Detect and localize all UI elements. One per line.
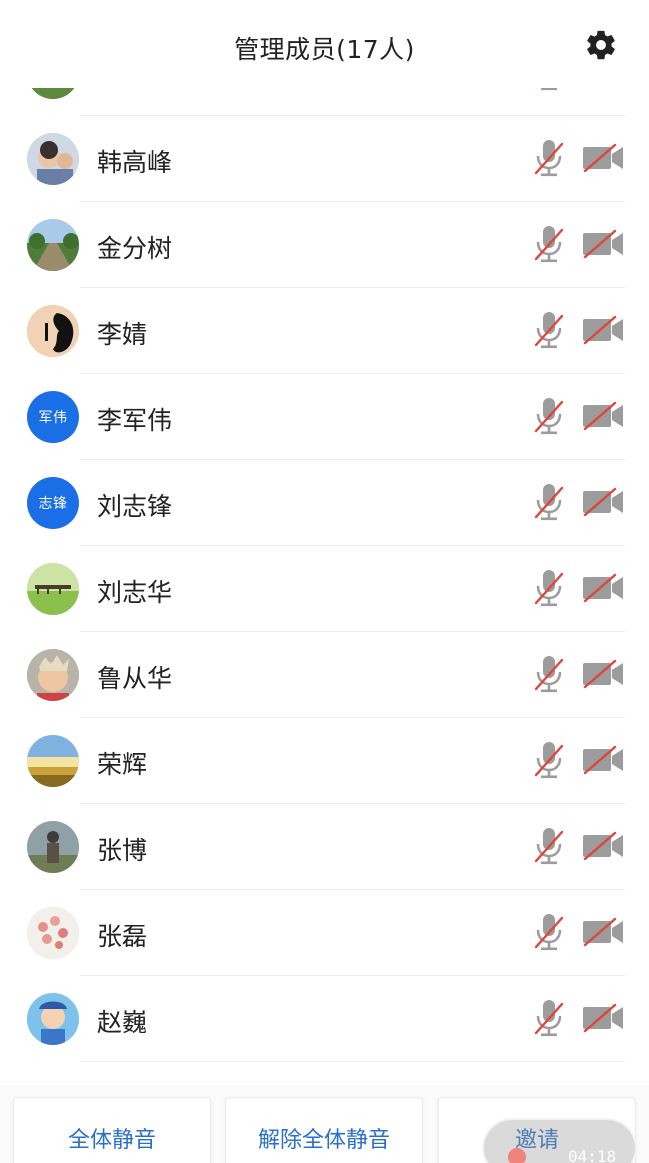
member-row[interactable]: 军伟 李军伟 (0, 374, 649, 460)
member-name: 刘志华 (97, 578, 173, 607)
camera-off-icon[interactable] (582, 917, 624, 947)
camera-off-icon[interactable] (582, 229, 624, 259)
avatar (27, 133, 79, 185)
member-row[interactable]: 李婧 (0, 288, 649, 374)
member-name: 赵巍 (97, 1008, 148, 1037)
camera-off-icon[interactable] (582, 573, 624, 603)
camera-off-icon[interactable] (582, 315, 624, 345)
mic-muted-icon[interactable] (532, 654, 566, 694)
mic-muted-icon[interactable] (532, 310, 566, 350)
member-name: 张磊 (97, 922, 148, 951)
member-row[interactable]: 志锋 刘志锋 (0, 460, 649, 546)
member-name: 刘志锋 (97, 492, 173, 521)
record-dot-icon (508, 1148, 526, 1163)
header: 管理成员(17人) (0, 0, 649, 88)
member-name: 李军伟 (97, 406, 173, 435)
avatar-text: 军伟 (27, 391, 79, 443)
avatar (27, 993, 79, 1045)
mic-muted-icon[interactable] (532, 998, 566, 1038)
avatar (27, 305, 79, 357)
avatar (27, 649, 79, 701)
avatar (27, 219, 79, 271)
avatar (27, 821, 79, 873)
avatar-text: 志锋 (27, 477, 79, 529)
member-name: 鲁从华 (97, 664, 173, 693)
member-row[interactable]: 荣辉 (0, 718, 649, 804)
mic-muted-icon[interactable] (532, 568, 566, 608)
unmute-all-button[interactable]: 解除全体静音 (225, 1097, 423, 1163)
mic-muted-icon[interactable] (532, 224, 566, 264)
avatar (27, 907, 79, 959)
mic-muted-icon[interactable] (532, 396, 566, 436)
camera-off-icon[interactable] (582, 1003, 624, 1033)
member-name: 李婧 (97, 320, 148, 349)
member-name: 张博 (97, 836, 148, 865)
camera-off-icon[interactable] (582, 143, 624, 173)
member-row[interactable]: 鲁从华 (0, 632, 649, 718)
gear-icon[interactable] (584, 28, 618, 62)
recording-indicator[interactable]: 04:18 (482, 1118, 637, 1163)
row-divider (80, 1061, 625, 1062)
member-row[interactable]: 赵巍 (0, 976, 649, 1062)
camera-off-icon[interactable] (582, 401, 624, 431)
camera-off-icon[interactable] (582, 831, 624, 861)
page-title: 管理成员(17人) (234, 35, 415, 64)
avatar (27, 735, 79, 787)
avatar (27, 563, 79, 615)
camera-off-icon[interactable] (582, 487, 624, 517)
member-name: 荣辉 (97, 750, 148, 779)
mic-muted-icon[interactable] (532, 826, 566, 866)
member-name: 韩高峰 (97, 148, 173, 177)
member-row[interactable]: 张磊 (0, 890, 649, 976)
mic-muted-icon[interactable] (532, 740, 566, 780)
recording-time: 04:18 (568, 1147, 617, 1163)
camera-off-icon[interactable] (582, 659, 624, 689)
mic-muted-icon[interactable] (532, 482, 566, 522)
member-list[interactable]: 韩振衡韩高峰金分树李婧军伟李军伟志锋刘志锋刘志华鲁从华荣辉张博张磊赵巍 (0, 38, 649, 1078)
camera-off-icon[interactable] (582, 745, 624, 775)
mic-muted-icon[interactable] (532, 138, 566, 178)
member-row[interactable]: 刘志华 (0, 546, 649, 632)
member-name: 金分树 (97, 234, 173, 263)
member-row[interactable]: 张博 (0, 804, 649, 890)
mic-muted-icon[interactable] (532, 912, 566, 952)
member-row[interactable]: 金分树 (0, 202, 649, 288)
mute-all-button[interactable]: 全体静音 (13, 1097, 211, 1163)
member-row[interactable]: 韩高峰 (0, 116, 649, 202)
